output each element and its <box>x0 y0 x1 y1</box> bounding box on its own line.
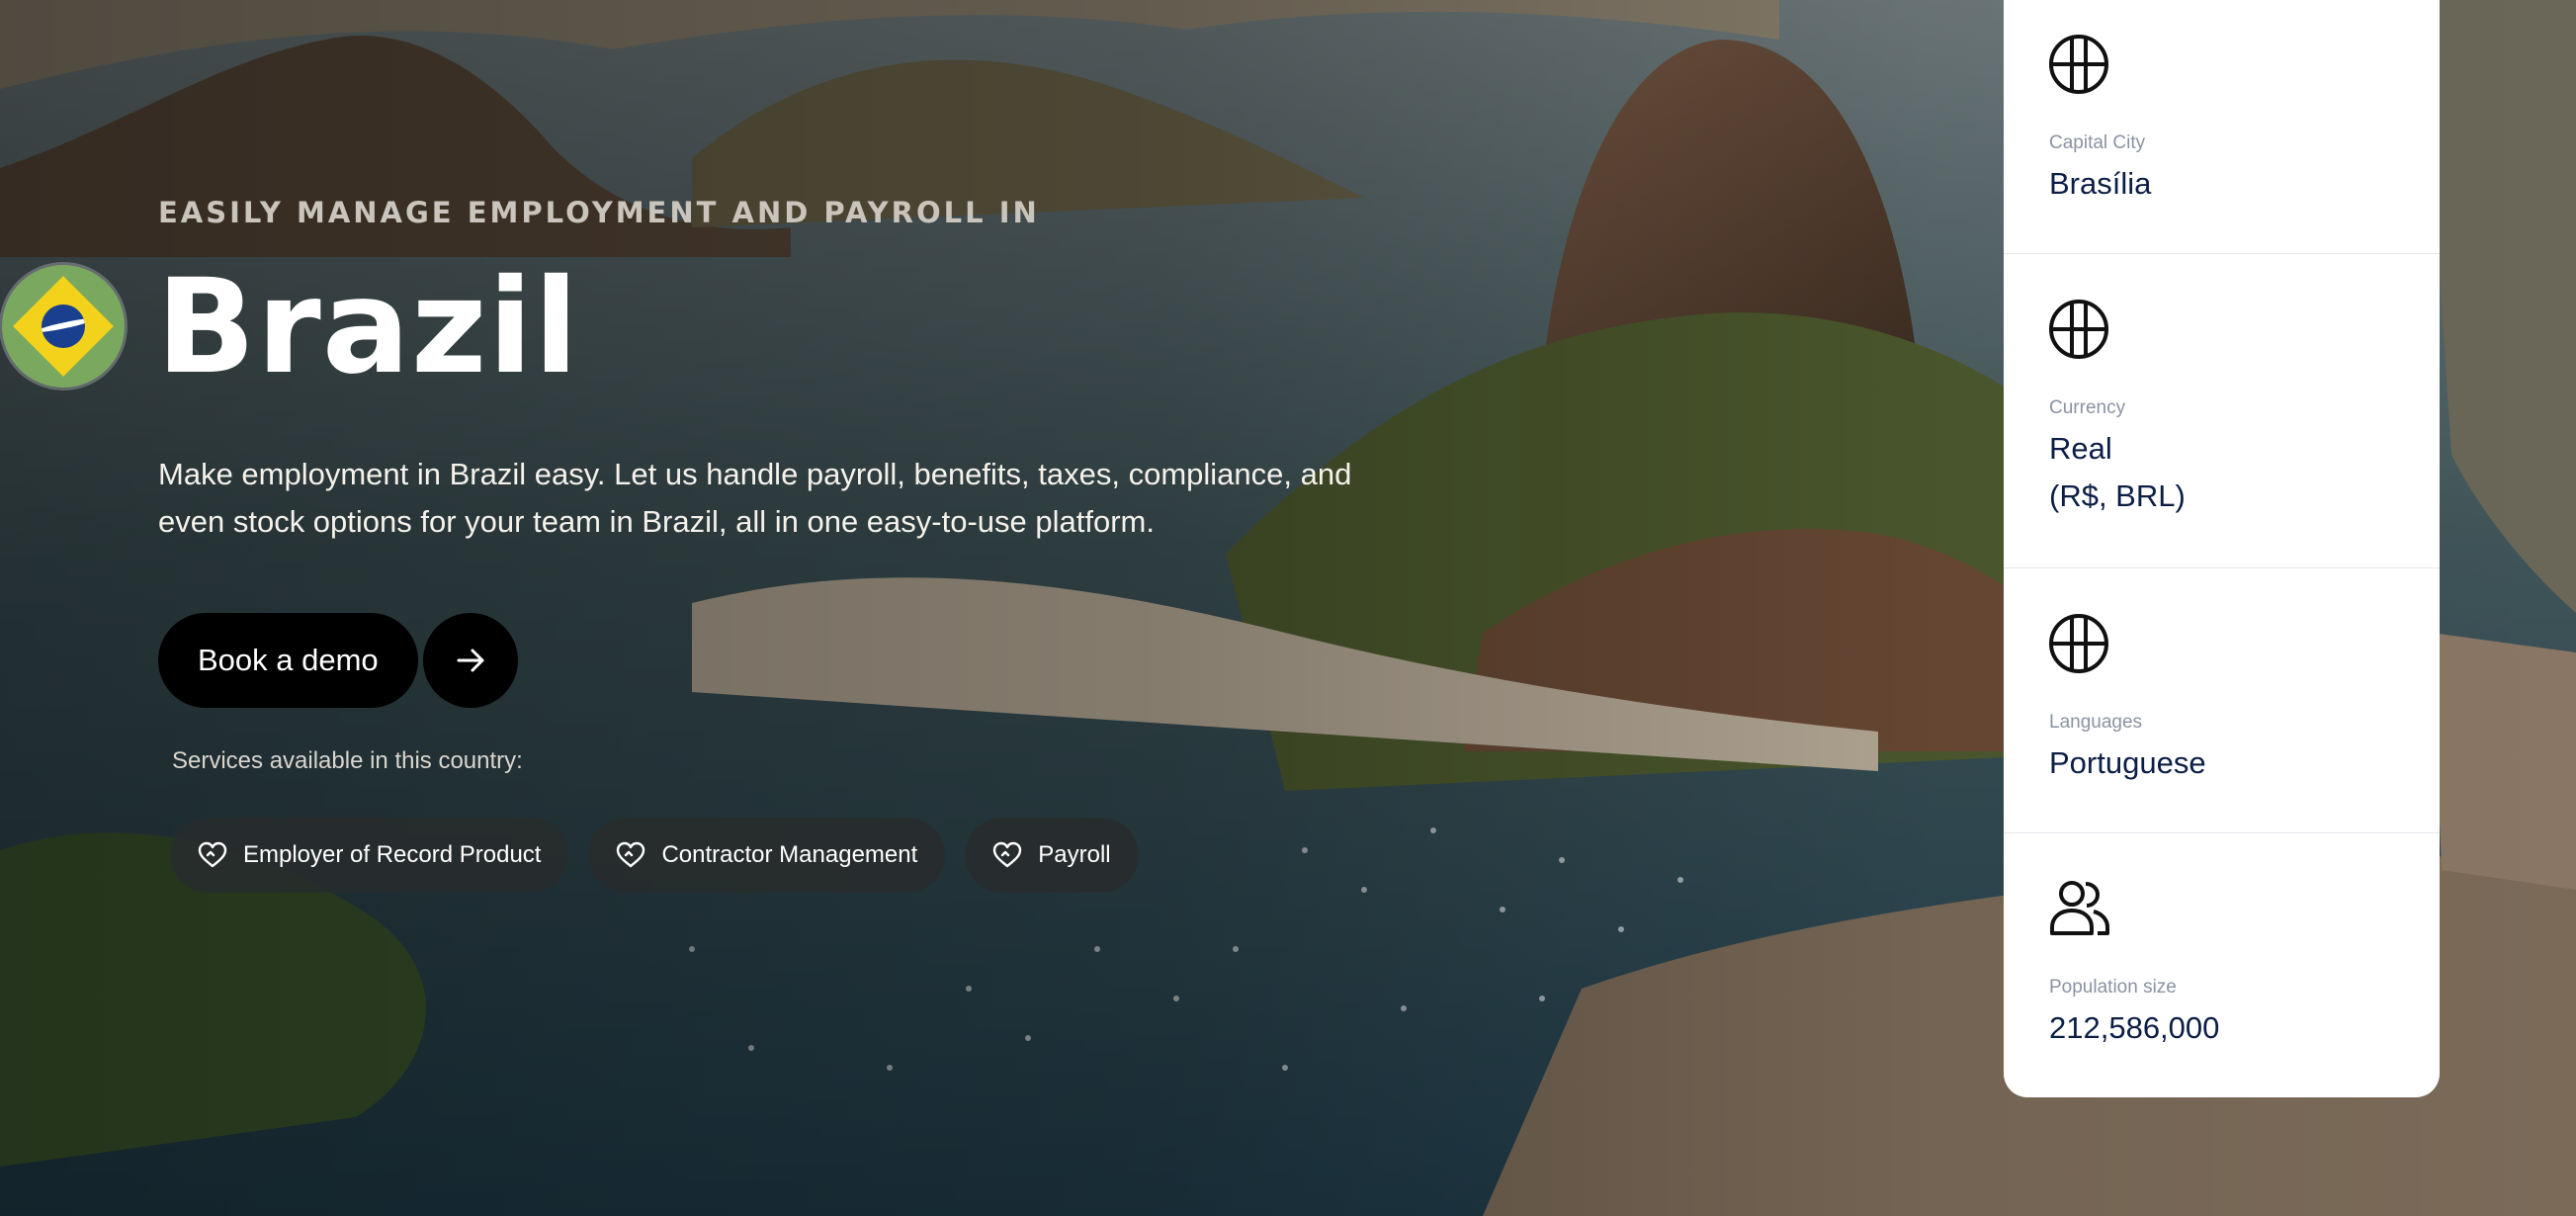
heart-icon <box>993 841 1022 868</box>
globe-icon <box>2049 614 2108 673</box>
users-icon <box>2050 881 2109 935</box>
fact-population-size: Population size 212,586,000 <box>2004 832 2440 1097</box>
service-chip-employer-of-record[interactable]: Employer of Record Product <box>170 818 569 893</box>
heart-icon <box>617 841 645 868</box>
fact-value: Real <box>2049 431 2112 466</box>
services-list: Employer of Record Product Contractor Ma… <box>170 818 1139 893</box>
arrow-right-icon <box>457 649 484 672</box>
country-facts-card: Capital City Brasília Currency Real (R$,… <box>2004 0 2440 1097</box>
service-chip-contractor-management[interactable]: Contractor Management <box>588 818 946 893</box>
service-chip-payroll[interactable]: Payroll <box>965 818 1139 893</box>
service-chip-label: Contractor Management <box>661 841 918 868</box>
page-title: Brazil <box>156 251 580 403</box>
services-label: Services available in this country: <box>172 747 523 774</box>
hero-eyebrow: EASILY MANAGE EMPLOYMENT AND PAYROLL IN <box>158 196 1040 229</box>
fact-label: Capital City <box>2049 132 2146 153</box>
globe-icon <box>2049 300 2108 359</box>
fact-label: Currency <box>2049 397 2126 418</box>
hero-description: Make employment in Brazil easy. Let us h… <box>158 457 1352 539</box>
book-demo-arrow-button[interactable] <box>423 613 518 708</box>
fact-value: 212,586,000 <box>2049 1010 2220 1045</box>
fact-currency: Currency Real (R$, BRL) <box>2004 253 2440 568</box>
book-demo-button[interactable]: Book a demo <box>158 613 418 708</box>
fact-value: Portuguese <box>2049 745 2206 780</box>
fact-value: (R$, BRL) <box>2049 478 2186 513</box>
service-chip-label: Employer of Record Product <box>243 841 542 868</box>
service-chip-label: Payroll <box>1038 841 1111 868</box>
brazil-flag-icon <box>2 265 125 388</box>
fact-capital-city: Capital City Brasília <box>2004 0 2440 254</box>
globe-icon <box>2049 35 2108 94</box>
fact-value: Brasília <box>2049 166 2152 201</box>
heart-icon <box>198 841 227 868</box>
fact-languages: Languages Portuguese <box>2004 567 2440 833</box>
fact-label: Population size <box>2049 977 2177 998</box>
fact-label: Languages <box>2049 712 2143 733</box>
